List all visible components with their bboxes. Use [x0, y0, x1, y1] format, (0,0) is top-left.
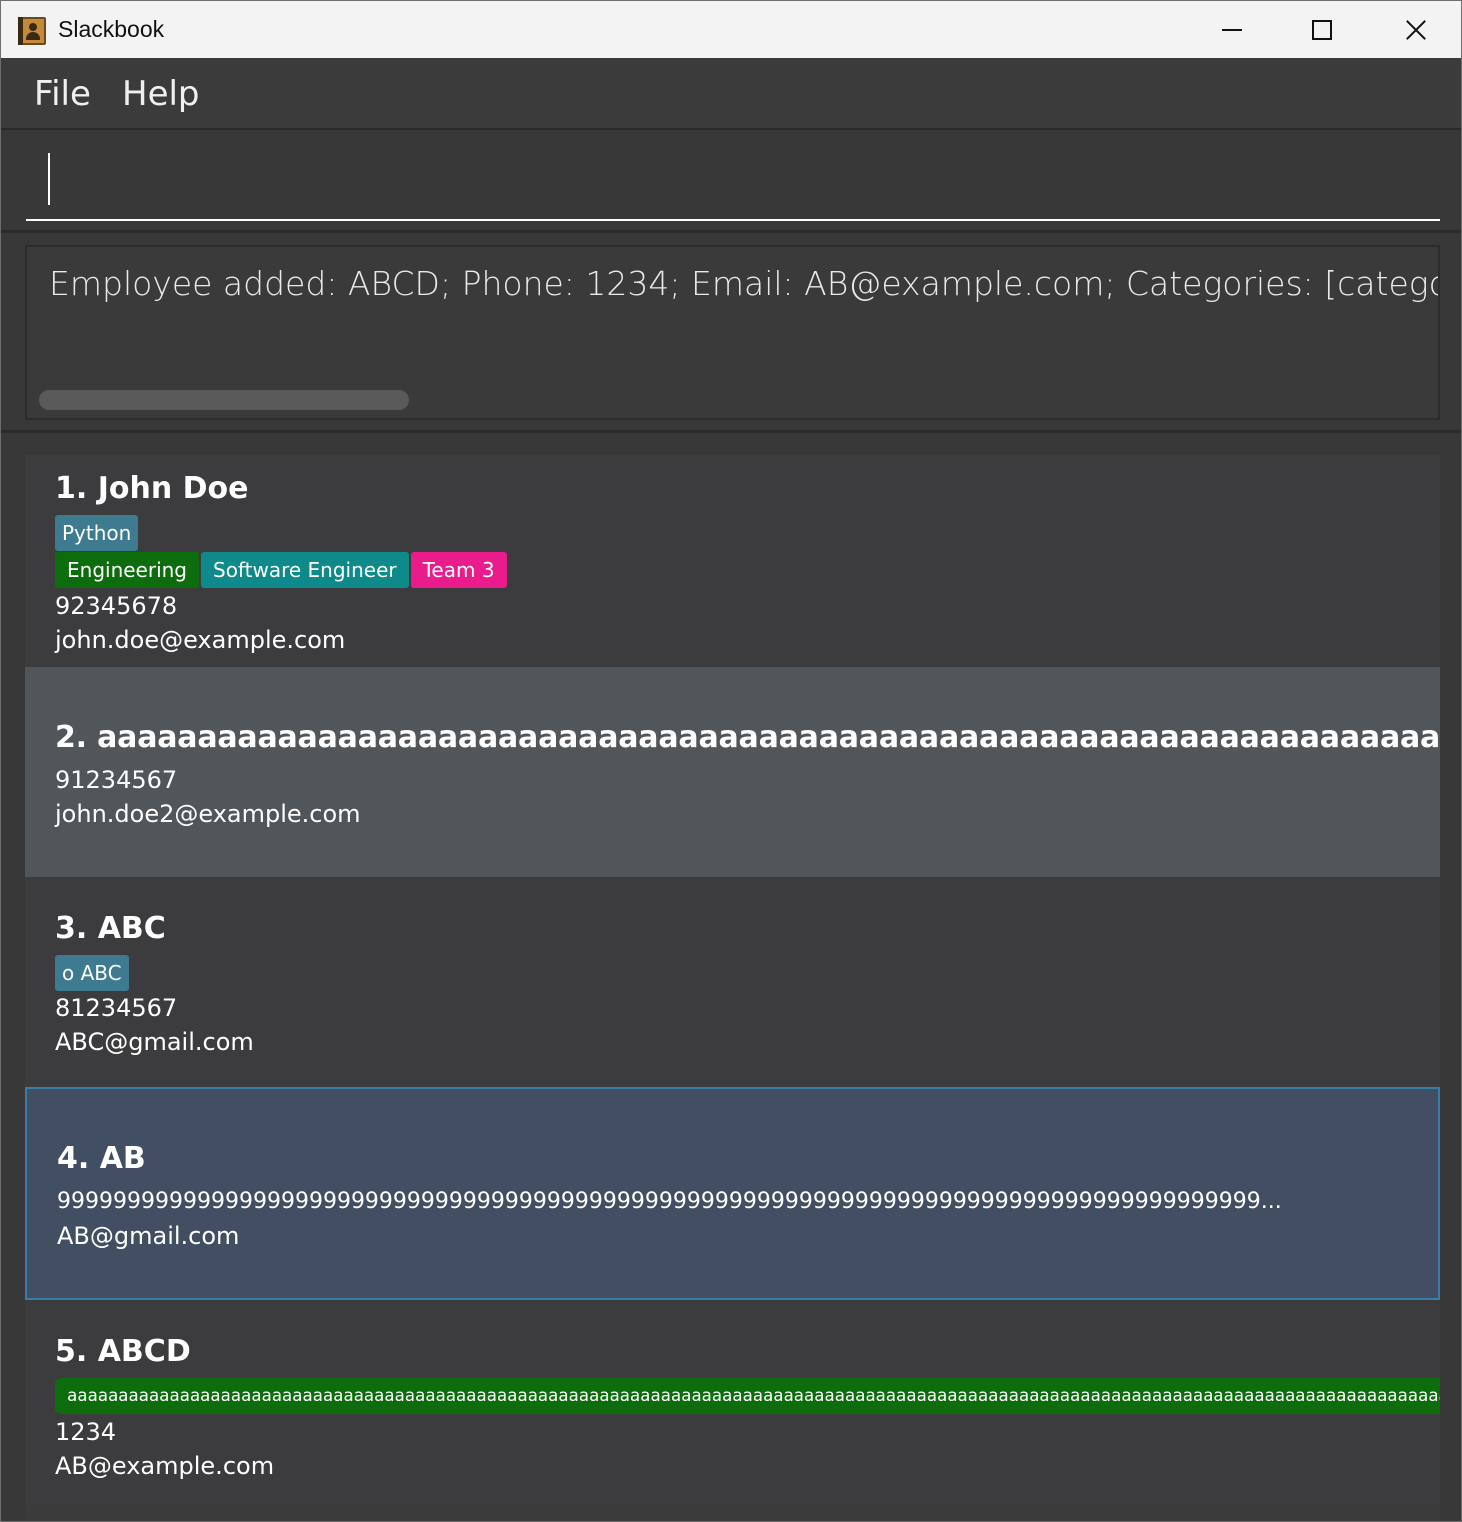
category-tag: Engineering [55, 552, 199, 588]
employee-phone: 92345678 [55, 592, 178, 620]
maximize-icon [1312, 20, 1332, 40]
category-tag: aaaaaaaaaaaaaaaaaaaaaaaaaaaaaaaaaaaaaaaa… [55, 1378, 1440, 1414]
result-message: Employee added: ABCD; Phone: 1234; Email… [49, 264, 1438, 303]
employee-card[interactable]: 1. John Doe Python Engineering Software … [25, 455, 1440, 667]
employee-name: 5. ABCD [55, 1334, 191, 1369]
skill-tags: Python [55, 515, 139, 551]
skill-tags: o ABC [55, 955, 129, 991]
menu-file[interactable]: File [34, 74, 91, 114]
employee-name: 1. John Doe [55, 471, 249, 506]
command-box [1, 131, 1461, 233]
menu-bar: File Help [1, 58, 1461, 130]
employee-email: john.doe2@example.com [55, 800, 361, 828]
command-input[interactable] [26, 145, 1440, 221]
employee-name: 3. ABC [55, 911, 166, 946]
horizontal-scrollbar[interactable] [39, 390, 409, 410]
minimize-icon [1222, 29, 1242, 31]
employee-phone: 81234567 [55, 994, 178, 1022]
employee-email: AB@gmail.com [57, 1222, 240, 1250]
close-button[interactable] [1369, 1, 1461, 58]
employee-email: john.doe@example.com [55, 626, 346, 654]
category-tag: Team 3 [410, 552, 507, 588]
text-caret [48, 153, 50, 205]
employee-name: 4. AB [57, 1141, 146, 1176]
employee-card[interactable]: 5. ABCD aaaaaaaaaaaaaaaaaaaaaaaaaaaaaaaa… [25, 1300, 1440, 1510]
menu-help[interactable]: Help [122, 74, 200, 114]
employee-phone: 1234 [55, 1418, 117, 1446]
minimize-button[interactable] [1185, 1, 1277, 58]
skill-tag: Python [55, 515, 139, 551]
employee-phone: 9999999999999999999999999999999999999999… [57, 1189, 1282, 1214]
app-window: Slackbook File Help Employee added: ABCD… [0, 0, 1462, 1522]
window-title: Slackbook [58, 16, 165, 42]
maximize-button[interactable] [1276, 1, 1368, 58]
employee-card[interactable]: 2. aaaaaaaaaaaaaaaaaaaaaaaaaaaaaaaaaaaaa… [25, 667, 1440, 877]
result-text-box[interactable]: Employee added: ABCD; Phone: 1234; Email… [25, 245, 1440, 420]
result-display: Employee added: ABCD; Phone: 1234; Email… [1, 235, 1461, 433]
employee-phone: 91234567 [55, 766, 178, 794]
title-bar[interactable]: Slackbook [1, 1, 1461, 58]
skill-tag: o ABC [55, 955, 129, 991]
employee-card[interactable]: 3. ABC o ABC 81234567 ABC@gmail.com [25, 877, 1440, 1087]
category-tags: Engineering Software Engineer Team 3 [55, 552, 507, 588]
employee-email: AB@example.com [55, 1452, 275, 1480]
address-book-icon [18, 17, 46, 45]
employee-email: ABC@gmail.com [55, 1028, 254, 1056]
employee-card-selected[interactable]: 4. AB 9999999999999999999999999999999999… [25, 1087, 1440, 1300]
employee-list[interactable]: 1. John Doe Python Engineering Software … [25, 455, 1440, 1521]
employee-name: 2. aaaaaaaaaaaaaaaaaaaaaaaaaaaaaaaaaaaaa… [55, 720, 1440, 755]
category-tag: Software Engineer [201, 552, 409, 588]
